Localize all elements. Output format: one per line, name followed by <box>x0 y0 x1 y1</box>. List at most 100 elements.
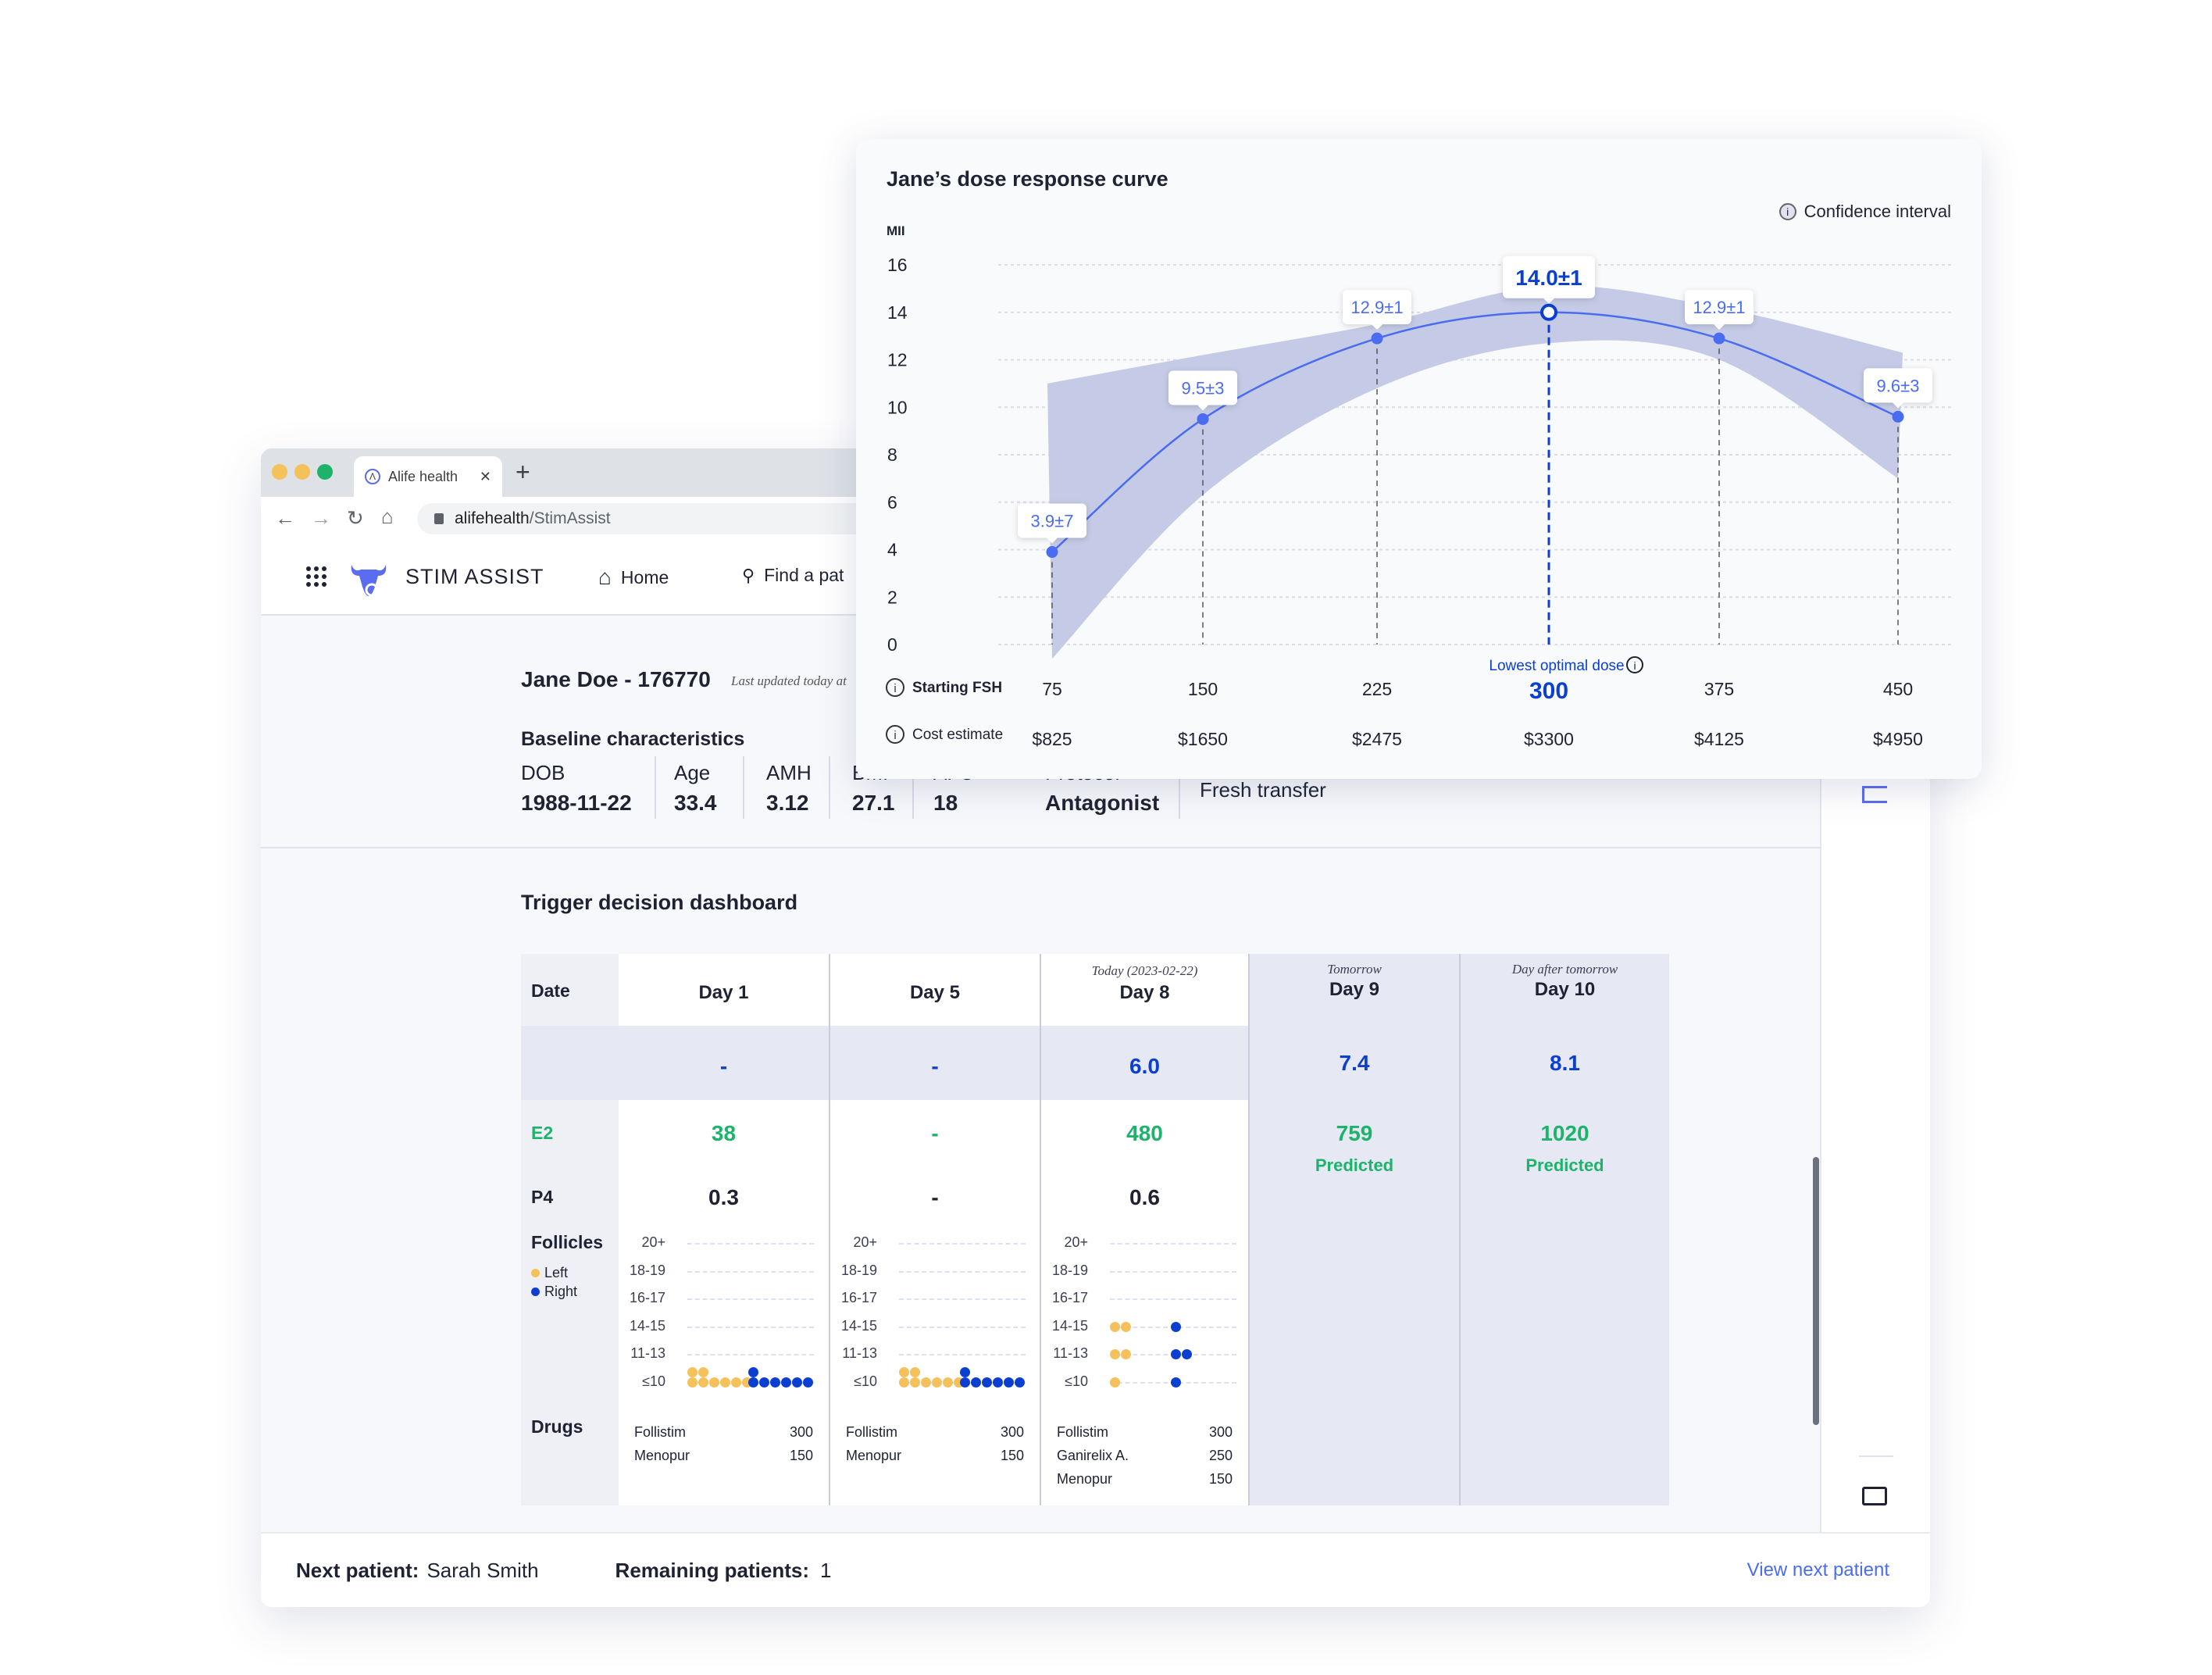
baseline-value: 18 <box>933 791 958 815</box>
day-label: Day 9 <box>1329 979 1380 1000</box>
x-tick-label: 375 <box>1704 679 1734 699</box>
legend-label: Left <box>544 1265 569 1280</box>
drug-dose: 300 <box>1208 1424 1233 1440</box>
baseline-label: AMH <box>766 761 812 784</box>
follicle-dot-right <box>1015 1377 1025 1388</box>
left-dot-icon <box>531 1269 540 1277</box>
browser-tab[interactable]: Λ Alife health ✕ <box>354 456 502 497</box>
follicle-bin-label: 16-17 <box>629 1290 665 1305</box>
legend-label: Right <box>544 1284 578 1299</box>
back-icon[interactable]: ← <box>275 506 295 530</box>
follicle-dot-left <box>1121 1321 1131 1332</box>
y-tick-label: 2 <box>887 587 897 607</box>
follicle-bin-label: 18-19 <box>1051 1262 1088 1278</box>
follicle-bin-label: 14-15 <box>1051 1317 1088 1334</box>
drug-name: Menopur <box>1057 1471 1113 1487</box>
column-separator <box>829 756 831 819</box>
history-icon[interactable] <box>1862 786 1887 803</box>
follicle-dot-right <box>982 1377 992 1388</box>
follicle-dot-right <box>1171 1321 1181 1332</box>
follicle-bin-label: 11-13 <box>630 1345 665 1361</box>
cost-label: $825 <box>1032 729 1072 749</box>
forward-icon[interactable]: → <box>311 506 331 530</box>
day-column: Day 1 - 38 0.3 20+ 18-19 16-17 14-15 11-13 ≤10 Fol… <box>619 954 829 1505</box>
data-label: 3.9±7 <box>1031 512 1074 531</box>
follicle-gridline <box>899 1270 1026 1273</box>
data-point[interactable] <box>1197 412 1209 425</box>
data-point[interactable] <box>1046 546 1058 559</box>
chart-title: Jane’s dose response curve <box>887 167 1168 191</box>
follicle-gridline <box>687 1354 814 1355</box>
follicle-dot-left <box>709 1377 719 1388</box>
predicted-mii-value: 7.4 <box>1339 1051 1370 1075</box>
e2-value: 1020 <box>1540 1121 1589 1145</box>
app-name: STIM ASSIST <box>405 565 544 588</box>
legend-label: Confidence interval <box>1803 202 1951 221</box>
e2-value: 759 <box>1336 1121 1373 1145</box>
nav-find-patient[interactable]: ⚲ Find a pat <box>742 565 844 586</box>
y-tick-label: 12 <box>887 350 908 370</box>
follicle-gridline <box>687 1270 814 1273</box>
baseline-value: 27.1 <box>852 791 895 815</box>
follicle-gridline <box>899 1326 1026 1328</box>
follicle-dot-right <box>748 1377 758 1388</box>
p4-value: - <box>931 1185 939 1209</box>
predicted-mii-value: 6.0 <box>1129 1054 1160 1078</box>
right-dot-icon <box>531 1288 540 1296</box>
e2-predicted-note: Predicted <box>1315 1155 1394 1175</box>
remaining-label: Remaining patients: <box>615 1558 810 1582</box>
follicle-gridline <box>687 1326 814 1328</box>
day-note: Tomorrow <box>1327 962 1382 977</box>
close-tab-icon[interactable]: ✕ <box>480 469 491 485</box>
data-label: 9.6±3 <box>1877 376 1920 395</box>
patient-title: Jane Doe - 176770 <box>521 667 711 691</box>
drug-dose: 250 <box>1208 1448 1233 1463</box>
data-point[interactable] <box>1540 303 1557 321</box>
follicle-dot-left <box>899 1377 909 1388</box>
column-separator <box>654 756 656 819</box>
x-tick-label: 450 <box>1883 679 1913 699</box>
baseline-value: Antagonist <box>1045 791 1160 815</box>
maximize-window-button[interactable] <box>317 464 333 480</box>
info-icon-glyph: i <box>894 682 896 695</box>
follicle-dot-right <box>792 1377 802 1388</box>
follicle-gridline <box>1110 1298 1236 1300</box>
predicted-mii-value: - <box>931 1054 939 1078</box>
minimize-window-button[interactable] <box>294 464 310 480</box>
follicle-dot-left <box>687 1366 697 1377</box>
cost-estimate-label: Cost estimate <box>912 727 1003 743</box>
follicle-bin-label: 20+ <box>1064 1234 1088 1250</box>
day-label: Day 1 <box>698 982 749 1003</box>
follicle-dot-left <box>1110 1377 1120 1388</box>
follicle-bin-label: ≤10 <box>642 1373 665 1389</box>
sidebar-divider <box>1859 1455 1893 1457</box>
baseline-title: Baseline characteristics <box>521 728 745 750</box>
view-next-patient-link[interactable]: View next patient <box>1747 1559 1889 1581</box>
x-tick-label: 225 <box>1362 679 1392 699</box>
reload-icon[interactable]: ↻ <box>347 506 364 530</box>
trigger-dashboard-table: DatePredicted MIIE2P4FolliclesLeftRightD… <box>521 954 1669 1505</box>
data-point[interactable] <box>1371 332 1383 345</box>
comment-icon[interactable] <box>1862 1487 1887 1505</box>
data-point[interactable] <box>1892 410 1904 423</box>
drug-name: Follistim <box>846 1424 897 1440</box>
close-window-button[interactable] <box>272 464 287 480</box>
nav-home[interactable]: ⌂ Home <box>598 565 669 590</box>
starting-fsh-label: Starting FSH <box>912 680 1002 696</box>
follicle-bin-label: ≤10 <box>1065 1373 1088 1389</box>
new-tab-icon[interactable]: + <box>516 458 530 487</box>
home-browser-icon[interactable]: ⌂ <box>381 505 394 529</box>
data-point[interactable] <box>1713 332 1725 345</box>
favicon-icon: Λ <box>365 469 380 484</box>
day-note: Day after tomorrow <box>1511 962 1618 977</box>
search-icon: ⚲ <box>742 565 755 585</box>
follicle-dot-right <box>1171 1349 1181 1359</box>
label-p4: P4 <box>531 1187 554 1207</box>
y-tick-label: 10 <box>887 397 908 417</box>
data-label: 9.5±3 <box>1182 378 1225 398</box>
e2-value: - <box>931 1121 939 1145</box>
scrollbar[interactable] <box>1813 1157 1819 1425</box>
follicle-dot-right <box>971 1377 981 1388</box>
apps-grid-icon[interactable] <box>306 566 326 587</box>
follicle-bin-label: 14-15 <box>840 1317 877 1334</box>
